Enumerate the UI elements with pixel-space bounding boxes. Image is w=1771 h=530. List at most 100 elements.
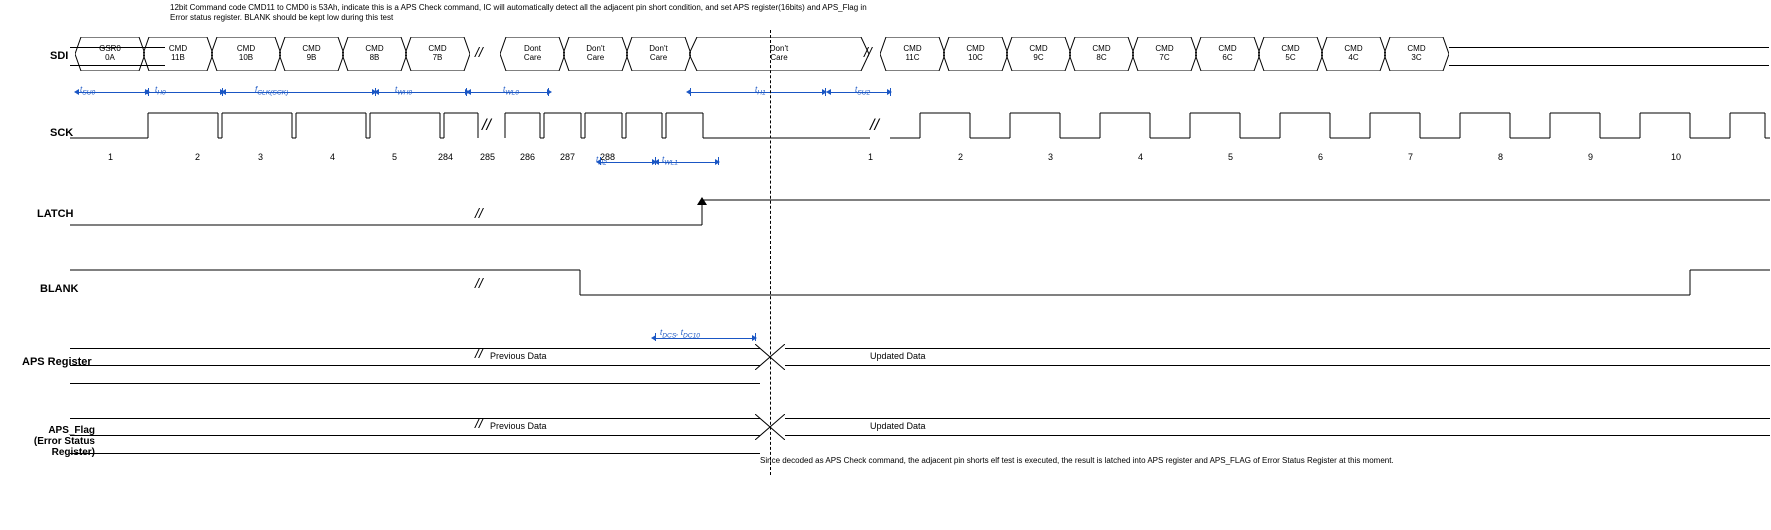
aps-top-right [785, 348, 1770, 349]
tdcs-line [655, 338, 755, 339]
fclk-label: fCLK(SCK) [255, 85, 288, 97]
tick-th2-l [600, 157, 601, 165]
sdi-cmd3c: CMD 3C [1384, 37, 1449, 71]
sdi-cmd9b: CMD 9B [279, 37, 344, 71]
tick-6 [690, 88, 691, 96]
break-sdi-2: // [864, 44, 872, 60]
twh0-label: tWH0 [395, 85, 412, 97]
clk-r6: 6 [1318, 152, 1323, 162]
tsu0-arrow-left [74, 89, 79, 95]
tsu0-label: tSU0 [80, 85, 95, 97]
twl1-label: tWL1 [662, 155, 678, 167]
sdi-dontcare3: Don'tCare [626, 37, 691, 71]
sdi-cmd6c: CMD 6C [1195, 37, 1260, 71]
clk-r4: 4 [1138, 152, 1143, 162]
timing-diagram: 12bit Command code CMD11 to CMD0 is 53Ah… [0, 0, 1771, 530]
break-sdi-1: // [475, 44, 483, 60]
apsflag-previous-data: Previous Data [490, 421, 547, 431]
tsu0-line [78, 92, 148, 93]
aps-bottom-left [70, 365, 760, 366]
th1-label: tH1 [755, 85, 766, 97]
clk-r9: 9 [1588, 152, 1593, 162]
clk-287: 287 [560, 152, 575, 162]
tick-7 [825, 88, 826, 96]
clk-r1: 1 [868, 152, 873, 162]
clk-285: 285 [480, 152, 495, 162]
clk-286: 286 [520, 152, 535, 162]
clk-2: 2 [195, 152, 200, 162]
twl1-line [658, 162, 718, 163]
sdi-cmd7b: CMD 7B [405, 37, 470, 71]
tick-2 [222, 88, 223, 96]
clk-r10: 10 [1671, 152, 1681, 162]
tick-twl1-r [718, 157, 719, 165]
latch-waveform [70, 195, 1770, 235]
apsflag-break-line [70, 453, 760, 454]
clk-r2: 2 [958, 152, 963, 162]
tsu2-label: tSU2 [855, 85, 870, 97]
tick-tdcs-r [755, 333, 756, 341]
apsflag-bottom-right [785, 435, 1770, 436]
sdi-trail-bottom [1449, 65, 1769, 66]
tsu2-line [830, 92, 890, 93]
sdi-cmd10c: CMD 10C [943, 37, 1008, 71]
aps-previous-data: Previous Data [490, 351, 547, 361]
tick-8 [890, 88, 891, 96]
sdi-dontcare2: Don'tCare [563, 37, 628, 71]
apsflag-updated-data: Updated Data [870, 421, 926, 431]
sdi-cmd7c: CMD 7C [1132, 37, 1197, 71]
th1-line [690, 92, 825, 93]
th2-line [600, 162, 655, 163]
clk-3: 3 [258, 152, 263, 162]
clk-r5: 5 [1228, 152, 1233, 162]
aps-top-left [70, 348, 760, 349]
aps-register-label: APS Register [22, 356, 92, 368]
twl0-line [470, 92, 550, 93]
twl0-label: tWL0 [503, 85, 519, 97]
apsflag-top-right [785, 418, 1770, 419]
sck-waveform: // // [70, 98, 1770, 148]
tick-th2-r [655, 157, 656, 165]
svg-text://: // [869, 117, 880, 134]
sdi-gsr0: GSR0 0A [75, 37, 145, 71]
sdi-cmd9c: CMD 9C [1006, 37, 1071, 71]
dashed-line-main [770, 30, 771, 475]
sdi-cmd11c: CMD 11C [880, 37, 945, 71]
clk-r3: 3 [1048, 152, 1053, 162]
clk-r8: 8 [1498, 152, 1503, 162]
bottom-note: Since decoded as APS Check command, the … [760, 455, 1460, 466]
clk-4: 4 [330, 152, 335, 162]
sdi-cmd5c: CMD 5C [1258, 37, 1323, 71]
apsflag-bottom-left [70, 435, 760, 436]
clk-284: 284 [438, 152, 453, 162]
tick-tdcs-l [655, 333, 656, 341]
top-note: 12bit Command code CMD11 to CMD0 is 53Ah… [170, 3, 870, 24]
blank-waveform [70, 265, 1770, 305]
latch-arrow [697, 197, 707, 205]
sdi-label: SDI [50, 50, 68, 62]
tick-5 [548, 88, 549, 96]
sdi-cmd8b: CMD 8B [342, 37, 407, 71]
sdi-cmd4c: CMD 4C [1321, 37, 1386, 71]
sdi-trail-top [1449, 47, 1769, 48]
apsflag-top-left [70, 418, 760, 419]
th0-line [148, 92, 223, 93]
twh0-line [378, 92, 468, 93]
clk-5: 5 [392, 152, 397, 162]
sdi-cmd8c: CMD 8C [1069, 37, 1134, 71]
tsu2-arrow-left [826, 89, 831, 95]
tick-4 [466, 88, 467, 96]
tick-1 [148, 88, 149, 96]
th0-label: tH0 [155, 85, 166, 97]
fclk-line [225, 92, 375, 93]
aps-break-line [70, 383, 760, 384]
latch-label: LATCH [37, 208, 73, 220]
sdi-dontcare1: DontCare [500, 37, 565, 71]
aps-bottom-right [785, 365, 1770, 366]
sdi-cmd10b: CMD 10B [211, 37, 281, 71]
sdi-cmd11b: CMD 11B [143, 37, 213, 71]
clk-r7: 7 [1408, 152, 1413, 162]
sdi-dontcare4: Don'tCare [689, 37, 869, 71]
svg-text://: // [481, 117, 492, 134]
clk-1: 1 [108, 152, 113, 162]
